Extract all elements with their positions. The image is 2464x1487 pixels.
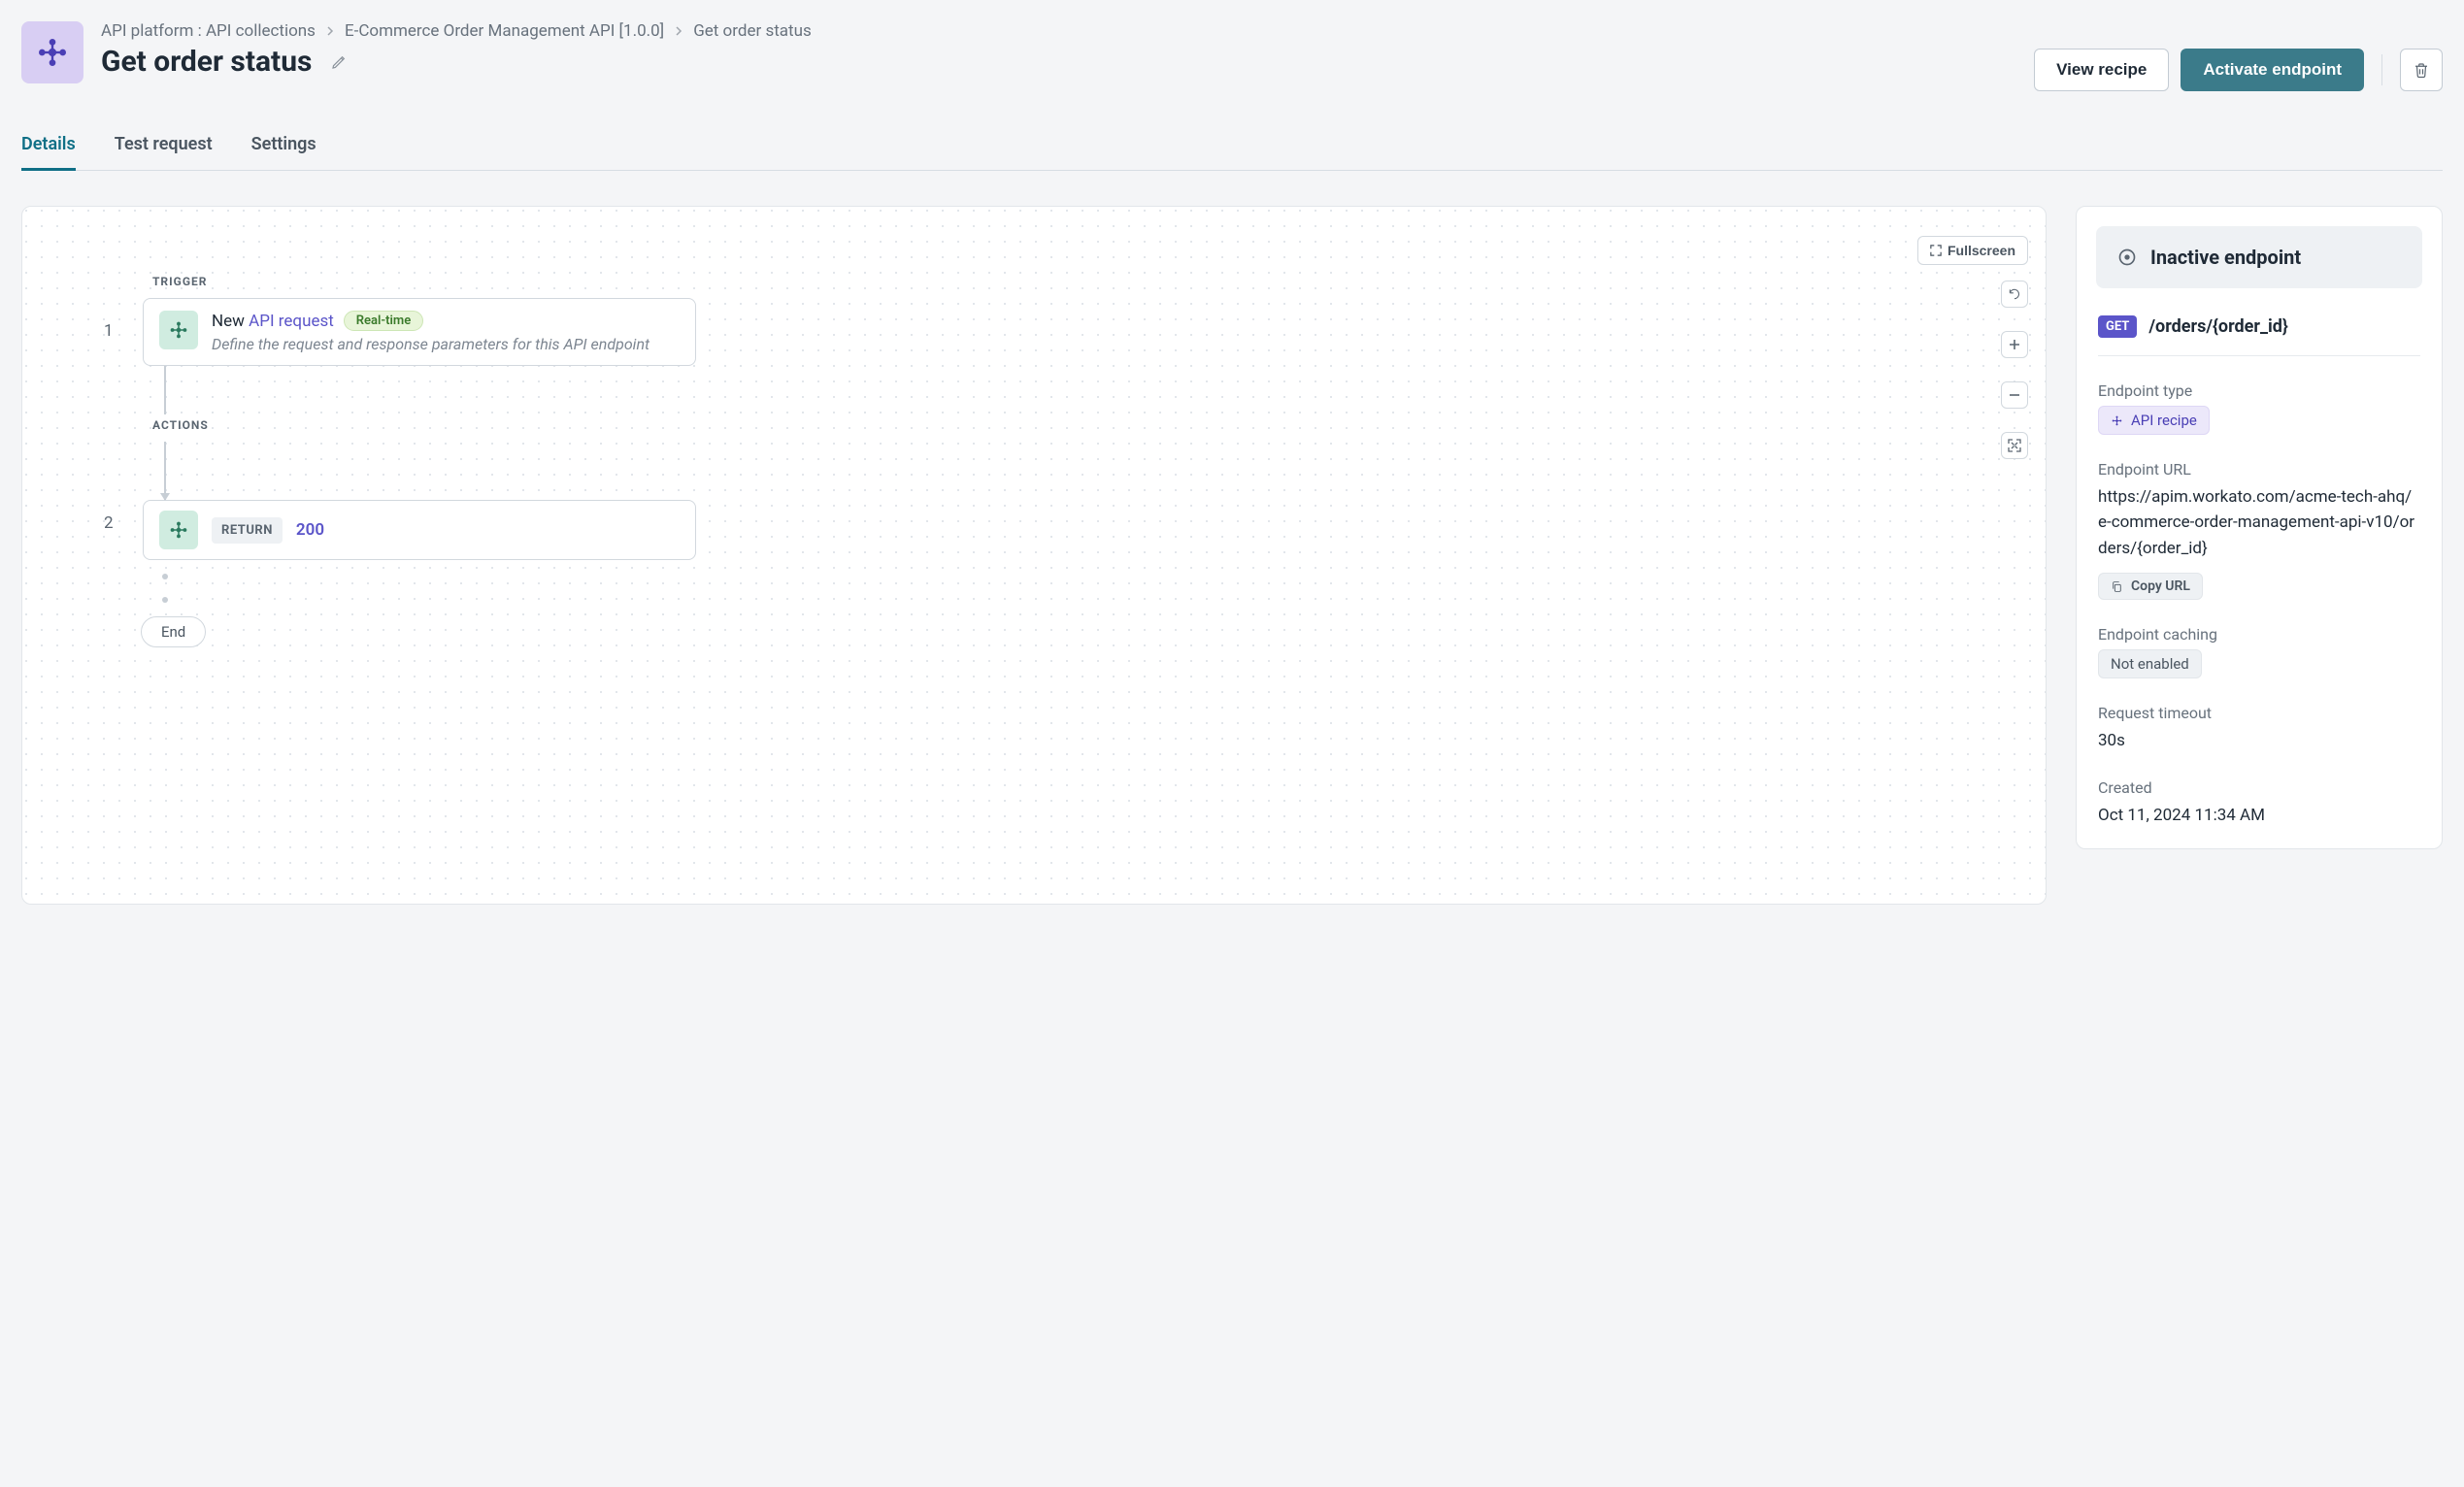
created-value: Oct 11, 2024 11:34 AM [2098, 803, 2420, 828]
request-timeout-value: 30s [2098, 728, 2420, 753]
actions-section-label: ACTIONS [152, 418, 696, 432]
return-badge: RETURN [212, 517, 283, 544]
tab-settings[interactable]: Settings [251, 120, 316, 171]
fullscreen-icon [1930, 245, 1942, 256]
chevron-right-icon [674, 26, 683, 36]
fit-to-screen-button[interactable] [2001, 432, 2028, 459]
zoom-out-button[interactable] [2001, 381, 2028, 409]
copy-icon [2111, 580, 2123, 593]
divider [2381, 54, 2382, 85]
endpoint-icon [21, 21, 83, 83]
return-code: 200 [296, 520, 324, 540]
trigger-link-text: API request [249, 312, 334, 331]
api-recipe-icon [2111, 414, 2123, 427]
activate-endpoint-button[interactable]: Activate endpoint [2181, 49, 2364, 91]
delete-button[interactable] [2400, 49, 2443, 91]
tab-test-request[interactable]: Test request [115, 120, 213, 171]
chevron-right-icon [325, 26, 335, 36]
trigger-card[interactable]: New API request Real-time Define the req… [143, 298, 696, 366]
end-node[interactable]: End [141, 616, 206, 647]
endpoint-caching-label: Endpoint caching [2098, 625, 2420, 644]
undo-button[interactable] [2001, 281, 2028, 308]
endpoint-url-value: https://apim.workato.com/acme-tech-ahq/e… [2098, 484, 2420, 561]
breadcrumb-level-1[interactable]: API platform : API collections [101, 21, 316, 41]
endpoint-details-panel: Inactive endpoint GET /orders/{order_id}… [2076, 206, 2443, 849]
tab-details[interactable]: Details [21, 120, 76, 171]
pencil-icon [331, 54, 347, 70]
edit-title-button[interactable] [325, 49, 352, 76]
copy-url-button[interactable]: Copy URL [2098, 573, 2203, 600]
breadcrumb-current: Get order status [693, 21, 812, 41]
http-method-badge: GET [2098, 315, 2137, 338]
plus-icon [2008, 338, 2021, 351]
endpoint-type-value: API recipe [2131, 412, 2197, 429]
breadcrumb: API platform : API collections E-Commerc… [101, 21, 2016, 41]
trigger-description: Define the request and response paramete… [212, 335, 680, 353]
undo-icon [2008, 287, 2021, 301]
fullscreen-button[interactable]: Fullscreen [1917, 236, 2028, 265]
action-card[interactable]: RETURN 200 [143, 500, 696, 560]
trigger-prefix: New [212, 312, 249, 331]
recipe-canvas: Fullscreen [21, 206, 2047, 905]
page-title: Get order status [101, 45, 312, 79]
status-banner: Inactive endpoint [2096, 226, 2422, 288]
endpoint-url-label: Endpoint URL [2098, 460, 2420, 479]
created-label: Created [2098, 778, 2420, 797]
api-action-icon [159, 511, 198, 549]
breadcrumb-level-2[interactable]: E-Commerce Order Management API [1.0.0] [345, 21, 664, 41]
status-text: Inactive endpoint [2150, 246, 2301, 269]
tabs: Details Test request Settings [21, 120, 2443, 171]
trash-icon [2413, 61, 2430, 79]
minus-icon [2008, 388, 2021, 402]
endpoint-path: /orders/{order_id} [2148, 316, 2287, 337]
copy-url-label: Copy URL [2131, 578, 2190, 594]
expand-icon [2008, 439, 2021, 452]
trigger-section-label: TRIGGER [152, 275, 696, 288]
realtime-badge: Real-time [344, 311, 423, 331]
fullscreen-label: Fullscreen [1948, 243, 2015, 258]
request-timeout-label: Request timeout [2098, 704, 2420, 722]
step-number-1: 1 [104, 298, 129, 341]
step-number-2: 2 [104, 500, 129, 533]
endpoint-type-chip: API recipe [2098, 406, 2210, 435]
endpoint-caching-value: Not enabled [2098, 649, 2202, 678]
view-recipe-button[interactable]: View recipe [2034, 49, 2169, 91]
endpoint-type-label: Endpoint type [2098, 381, 2420, 400]
api-trigger-icon [159, 311, 198, 349]
zoom-in-button[interactable] [2001, 331, 2028, 358]
inactive-status-icon [2117, 248, 2137, 267]
